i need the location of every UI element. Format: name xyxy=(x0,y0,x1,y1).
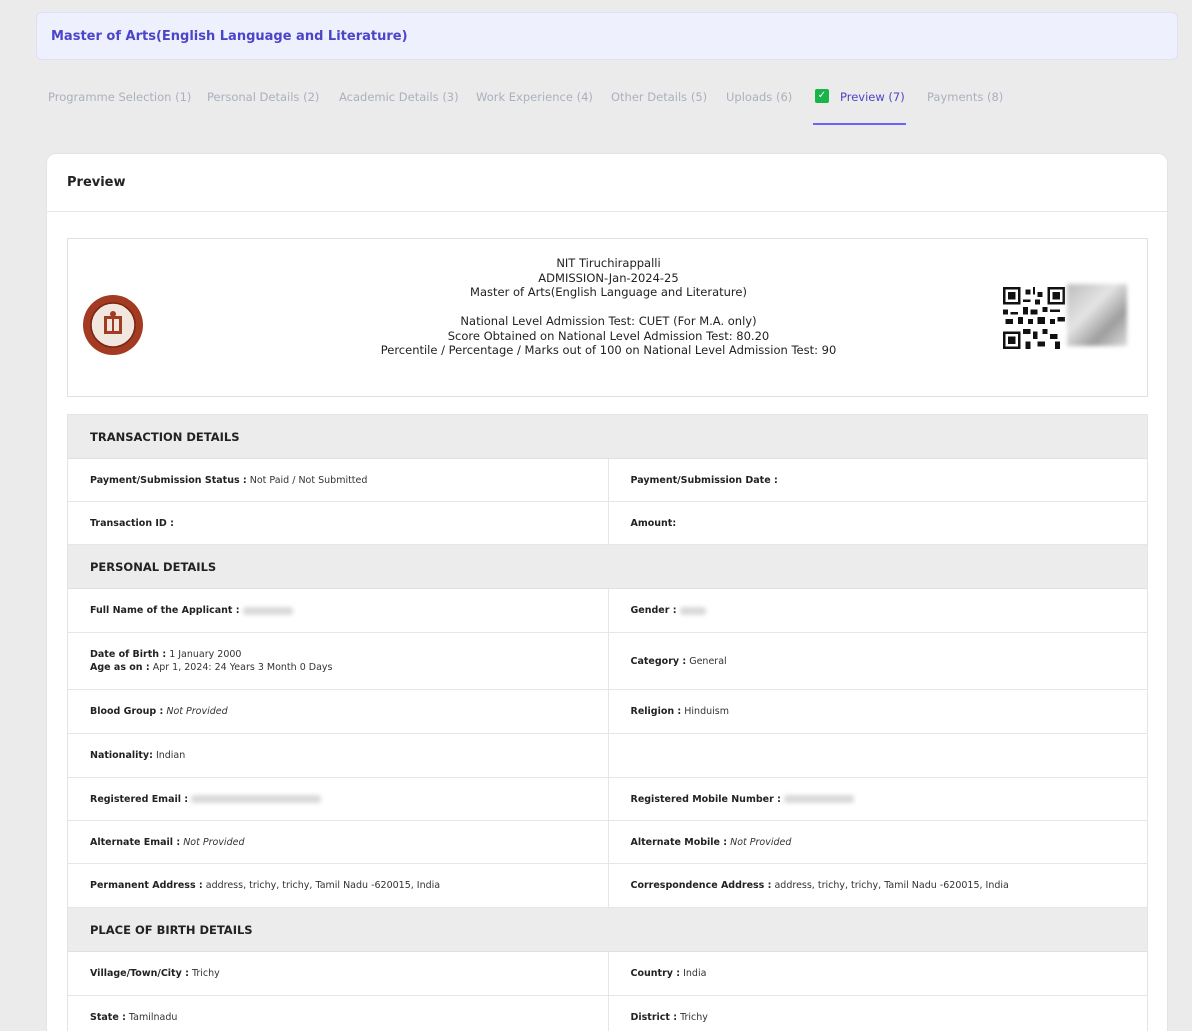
step-tabs: Programme Selection (1) Personal Details… xyxy=(0,84,1192,128)
empty-cell xyxy=(607,734,1148,777)
active-tab-indicator xyxy=(813,123,906,125)
section-personal-details: PERSONAL DETAILS xyxy=(68,545,1147,589)
table-row: Payment/Submission Status : Not Paid / N… xyxy=(68,459,1147,502)
table-row: State : Tamilnadu District : Trichy xyxy=(68,996,1147,1031)
admission-session: ADMISSION-Jan-2024-25 xyxy=(538,270,679,285)
registered-email-cell: Registered Email : xyxy=(68,778,608,820)
district-cell: District : Trichy xyxy=(607,996,1148,1031)
transaction-id-cell: Transaction ID : xyxy=(90,517,174,529)
gender-cell: Gender : xyxy=(607,589,1148,632)
details-table: TRANSACTION DETAILS Payment/Submission S… xyxy=(67,414,1148,1031)
registered-mobile-cell: Registered Mobile Number : xyxy=(607,778,1148,820)
program-header: Master of Arts(English Language and Lite… xyxy=(36,12,1178,60)
redacted-gender xyxy=(679,606,706,615)
table-row: Permanent Address : address, trichy, tri… xyxy=(68,864,1147,908)
qr-code-icon xyxy=(1003,287,1065,349)
tab-other-details[interactable]: Other Details (5) xyxy=(611,90,707,104)
table-row: Village/Town/City : Trichy Country : Ind… xyxy=(68,952,1147,996)
section-transaction-details: TRANSACTION DETAILS xyxy=(68,415,1147,459)
redacted-name xyxy=(242,606,293,615)
table-row: Date of Birth : 1 January 2000 Age as on… xyxy=(68,633,1147,690)
application-header-text: NIT Tiruchirappalli ADMISSION-Jan-2024-2… xyxy=(68,256,1149,358)
table-row: Transaction ID : Amount: xyxy=(68,502,1147,545)
program-title: Master of Arts(English Language and Lite… xyxy=(51,28,408,44)
tab-academic-details[interactable]: Academic Details (3) xyxy=(339,90,459,104)
tab-personal-details[interactable]: Personal Details (2) xyxy=(207,90,319,104)
amount-cell: Amount: xyxy=(607,502,1148,544)
preview-card: Preview NIT Tiruchirappalli ADMISSION-Ja… xyxy=(46,153,1168,1031)
section-place-of-birth: PLACE OF BIRTH DETAILS xyxy=(68,908,1147,952)
admission-test: National Level Admission Test: CUET (For… xyxy=(460,314,757,328)
redacted-email xyxy=(191,795,322,803)
checkmark-icon: ✓ xyxy=(815,89,829,103)
country-cell: Country : India xyxy=(607,952,1148,995)
table-row: Nationality: Indian xyxy=(68,734,1147,778)
permanent-address-cell: Permanent Address : address, trichy, tri… xyxy=(90,880,441,891)
test-percentile: Percentile / Percentage / Marks out of 1… xyxy=(380,343,837,357)
tab-work-experience[interactable]: Work Experience (4) xyxy=(476,90,593,104)
religion-cell: Religion : Hinduism xyxy=(607,690,1148,733)
tab-preview[interactable]: Preview (7) xyxy=(840,90,905,104)
payment-status-cell: Payment/Submission Status : Not Paid / N… xyxy=(90,474,368,486)
institute-name: NIT Tiruchirappalli xyxy=(556,256,661,270)
full-name-cell: Full Name of the Applicant : xyxy=(68,589,608,632)
redacted-mobile xyxy=(783,795,854,803)
card-title: Preview xyxy=(47,154,1167,212)
programme-name: Master of Arts(English Language and Lite… xyxy=(470,285,747,299)
test-score: Score Obtained on National Level Admissi… xyxy=(447,328,770,343)
nationality-cell: Nationality: Indian xyxy=(90,750,186,761)
table-row: Registered Email : Registered Mobile Num… xyxy=(68,778,1147,821)
alternate-mobile-cell: Alternate Mobile : Not Provided xyxy=(607,821,1148,863)
applicant-photo xyxy=(1067,284,1127,346)
state-cell: State : Tamilnadu xyxy=(90,1012,178,1023)
table-row: Alternate Email : Not Provided Alternate… xyxy=(68,821,1147,864)
tab-programme-selection[interactable]: Programme Selection (1) xyxy=(48,90,191,104)
application-header: NIT Tiruchirappalli ADMISSION-Jan-2024-2… xyxy=(67,238,1148,397)
blood-group-cell: Blood Group : Not Provided xyxy=(90,706,228,717)
category-cell: Category : General xyxy=(607,633,1148,689)
table-row: Blood Group : Not Provided Religion : Hi… xyxy=(68,690,1147,734)
alternate-email-cell: Alternate Email : Not Provided xyxy=(90,836,245,848)
village-cell: Village/Town/City : Trichy xyxy=(90,968,220,979)
table-row: Full Name of the Applicant : Gender : xyxy=(68,589,1147,633)
dob-cell: Date of Birth : 1 January 2000 Age as on… xyxy=(90,649,333,673)
tab-payments[interactable]: Payments (8) xyxy=(927,90,1003,104)
tab-uploads[interactable]: Uploads (6) xyxy=(726,90,792,104)
correspondence-address-cell: Correspondence Address : address, trichy… xyxy=(607,864,1148,907)
payment-date-cell: Payment/Submission Date : xyxy=(607,459,1148,501)
